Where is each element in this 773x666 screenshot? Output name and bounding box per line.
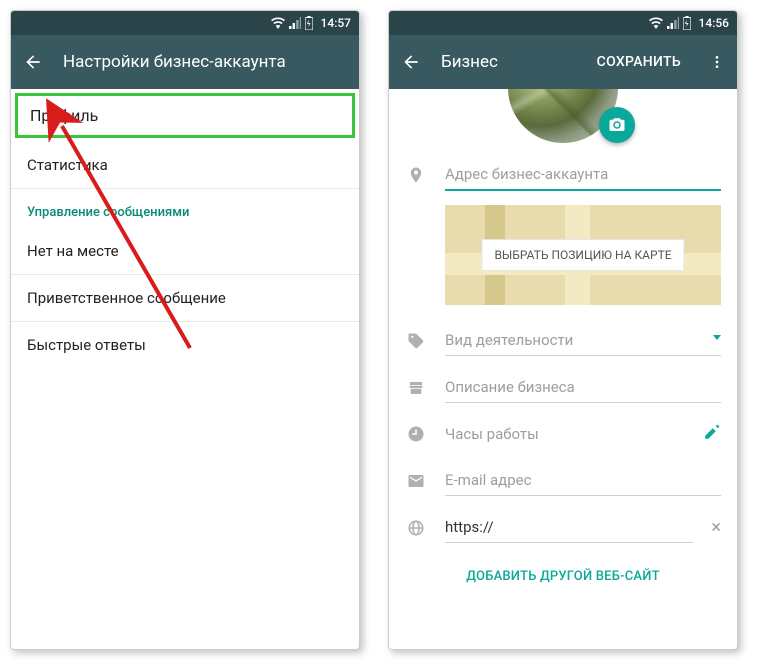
camera-fab[interactable] bbox=[599, 107, 635, 143]
back-icon[interactable] bbox=[23, 52, 43, 72]
choose-map-position-button[interactable]: ВЫБРАТЬ ПОЗИЦИЮ НА КАРТЕ bbox=[481, 239, 684, 271]
list-item-greeting[interactable]: Приветственное сообщение bbox=[11, 275, 359, 322]
battery-icon bbox=[683, 16, 691, 30]
status-bar: 14:57 bbox=[11, 11, 359, 35]
category-placeholder: Вид деятельности bbox=[445, 331, 573, 349]
settings-list: Профиль Статистика Управление сообщениям… bbox=[11, 89, 359, 368]
add-website-button[interactable]: ДОБАВИТЬ ДРУГОЙ ВЕБ-САЙТ bbox=[389, 551, 737, 602]
tag-icon bbox=[405, 332, 427, 350]
appbar-title: Настройки бизнес-аккаунта bbox=[63, 52, 347, 72]
location-icon bbox=[405, 166, 427, 184]
status-time: 14:56 bbox=[699, 16, 729, 30]
row-email: E-mail адрес bbox=[389, 457, 737, 504]
clear-icon[interactable]: × bbox=[711, 517, 721, 538]
email-icon bbox=[405, 472, 427, 490]
website-field[interactable]: https:// bbox=[445, 512, 693, 543]
clock-icon bbox=[405, 425, 427, 443]
battery-icon bbox=[305, 16, 313, 30]
wifi-icon bbox=[649, 17, 663, 29]
save-button[interactable]: СОХРАНИТЬ bbox=[597, 54, 681, 70]
phone-left: 14:57 Настройки бизнес-аккаунта Профиль … bbox=[10, 10, 360, 650]
description-field[interactable]: Описание бизнеса bbox=[445, 372, 721, 403]
row-address: Адрес бизнес-аккаунта bbox=[389, 151, 737, 199]
list-item-stats[interactable]: Статистика bbox=[11, 142, 359, 189]
chevron-down-icon bbox=[713, 335, 721, 340]
highlighted-profile-item[interactable]: Профиль bbox=[15, 93, 355, 138]
signal-icon bbox=[289, 17, 301, 29]
globe-icon bbox=[405, 519, 427, 537]
app-bar: Настройки бизнес-аккаунта bbox=[11, 35, 359, 89]
status-time: 14:57 bbox=[321, 16, 351, 30]
row-hours: Часы работы bbox=[389, 411, 737, 457]
list-item-quick-replies[interactable]: Быстрые ответы bbox=[11, 322, 359, 368]
signal-icon bbox=[667, 17, 679, 29]
website-value: https:// bbox=[445, 518, 494, 536]
map-preview[interactable]: ВЫБРАТЬ ПОЗИЦИЮ НА КАРТЕ bbox=[445, 205, 721, 305]
store-icon bbox=[405, 379, 427, 397]
avatar-section bbox=[389, 89, 737, 151]
appbar-title: Бизнес bbox=[441, 52, 577, 72]
camera-icon bbox=[608, 116, 626, 134]
profile-form: Адрес бизнес-аккаунта ВЫБРАТЬ ПОЗИЦИЮ НА… bbox=[389, 89, 737, 649]
row-category: Вид деятельности bbox=[389, 317, 737, 364]
screenshot-canvas: 14:57 Настройки бизнес-аккаунта Профиль … bbox=[10, 10, 763, 650]
phone-right: 14:56 Бизнес СОХРАНИТЬ А bbox=[388, 10, 738, 650]
row-description: Описание бизнеса bbox=[389, 364, 737, 411]
row-website: https:// × bbox=[389, 504, 737, 551]
hours-field[interactable]: Часы работы bbox=[445, 419, 685, 449]
more-icon[interactable] bbox=[709, 54, 725, 70]
edit-icon[interactable] bbox=[703, 423, 721, 445]
wifi-icon bbox=[271, 17, 285, 29]
app-bar: Бизнес СОХРАНИТЬ bbox=[389, 35, 737, 89]
section-label-messaging: Управление сообщениями bbox=[11, 189, 359, 228]
status-bar: 14:56 bbox=[389, 11, 737, 35]
address-field[interactable]: Адрес бизнес-аккаунта bbox=[445, 159, 721, 191]
category-field[interactable]: Вид деятельности bbox=[445, 325, 721, 356]
list-item-away[interactable]: Нет на месте bbox=[11, 228, 359, 275]
back-icon[interactable] bbox=[401, 52, 421, 72]
email-field[interactable]: E-mail адрес bbox=[445, 465, 721, 496]
